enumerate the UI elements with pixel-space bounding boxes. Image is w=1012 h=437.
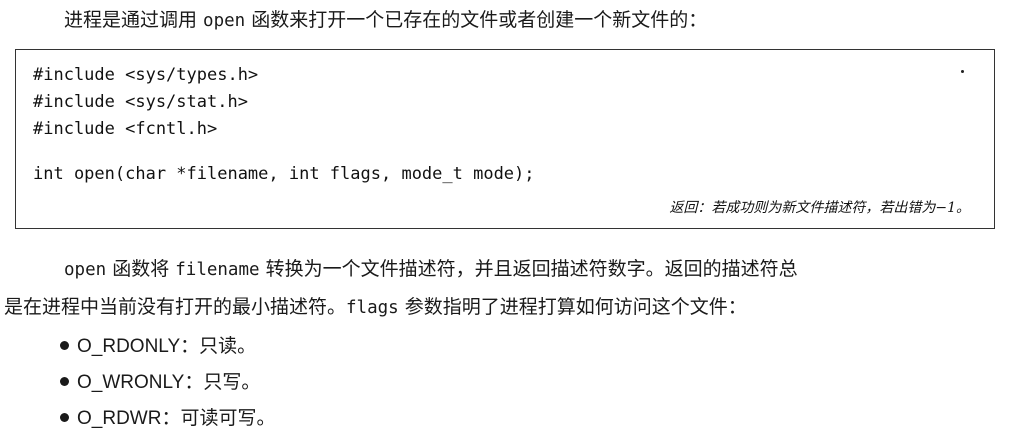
flags-code: flags — [346, 298, 399, 318]
code-line-open-prototype: int open(char *filename, int flags, mode… — [33, 164, 535, 184]
code-line-include-fcntl: #include <fcntl.h> — [33, 119, 218, 139]
bullet-icon — [60, 341, 69, 350]
code-line-include-types: #include <sys/types.h> — [33, 65, 259, 85]
flag-description: ：可读可写。 — [161, 407, 276, 429]
flag-list-item-rdwr: O_RDWR：可读可写。 — [60, 405, 275, 432]
paragraph-text-1: 函数将 — [106, 258, 176, 280]
bullet-icon — [60, 413, 69, 422]
flag-list-item-rdonly: O_RDONLY：只读。 — [60, 333, 256, 360]
paragraph-text-2: 转换为一个文件描述符，并且返回描述符数字。返回的描述符总 — [259, 258, 798, 280]
open-code: open — [64, 260, 107, 280]
flag-name: O_RDONLY — [77, 336, 181, 357]
code-line-include-stat: #include <sys/stat.h> — [33, 92, 248, 112]
code-block: #include <sys/types.h> #include <sys/sta… — [15, 49, 995, 229]
intro-paragraph: 进程是通过调用 open 函数来打开一个已存在的文件或者创建一个新文件的： — [64, 7, 707, 34]
description-paragraph-line-1: open 函数将 filename 转换为一个文件描述符，并且返回描述符数字。返… — [64, 256, 798, 283]
flag-description: ：只读。 — [180, 335, 257, 357]
flag-name: O_WRONLY — [77, 372, 185, 393]
return-value-note: 返回：若成功则为新文件描述符，若出错为−1。 — [669, 200, 970, 216]
description-paragraph-line-2: 是在进程中当前没有打开的最小描述符。flags 参数指明了进程打算如何访问这个文… — [4, 294, 747, 321]
bullet-icon — [60, 377, 69, 386]
stray-dot-mark — [961, 70, 964, 73]
paragraph-text-3: 是在进程中当前没有打开的最小描述符。 — [4, 296, 347, 318]
filename-code: filename — [175, 260, 260, 280]
intro-text-before: 进程是通过调用 — [64, 9, 204, 31]
flag-name: O_RDWR — [77, 408, 162, 429]
flag-list-item-wronly: O_WRONLY：只写。 — [60, 369, 260, 396]
intro-open-code: open — [203, 11, 246, 31]
paragraph-text-4: 参数指明了进程打算如何访问这个文件： — [398, 296, 747, 318]
flag-description: ：只写。 — [184, 371, 261, 393]
intro-text-after: 函数来打开一个已存在的文件或者创建一个新文件的： — [245, 9, 708, 31]
